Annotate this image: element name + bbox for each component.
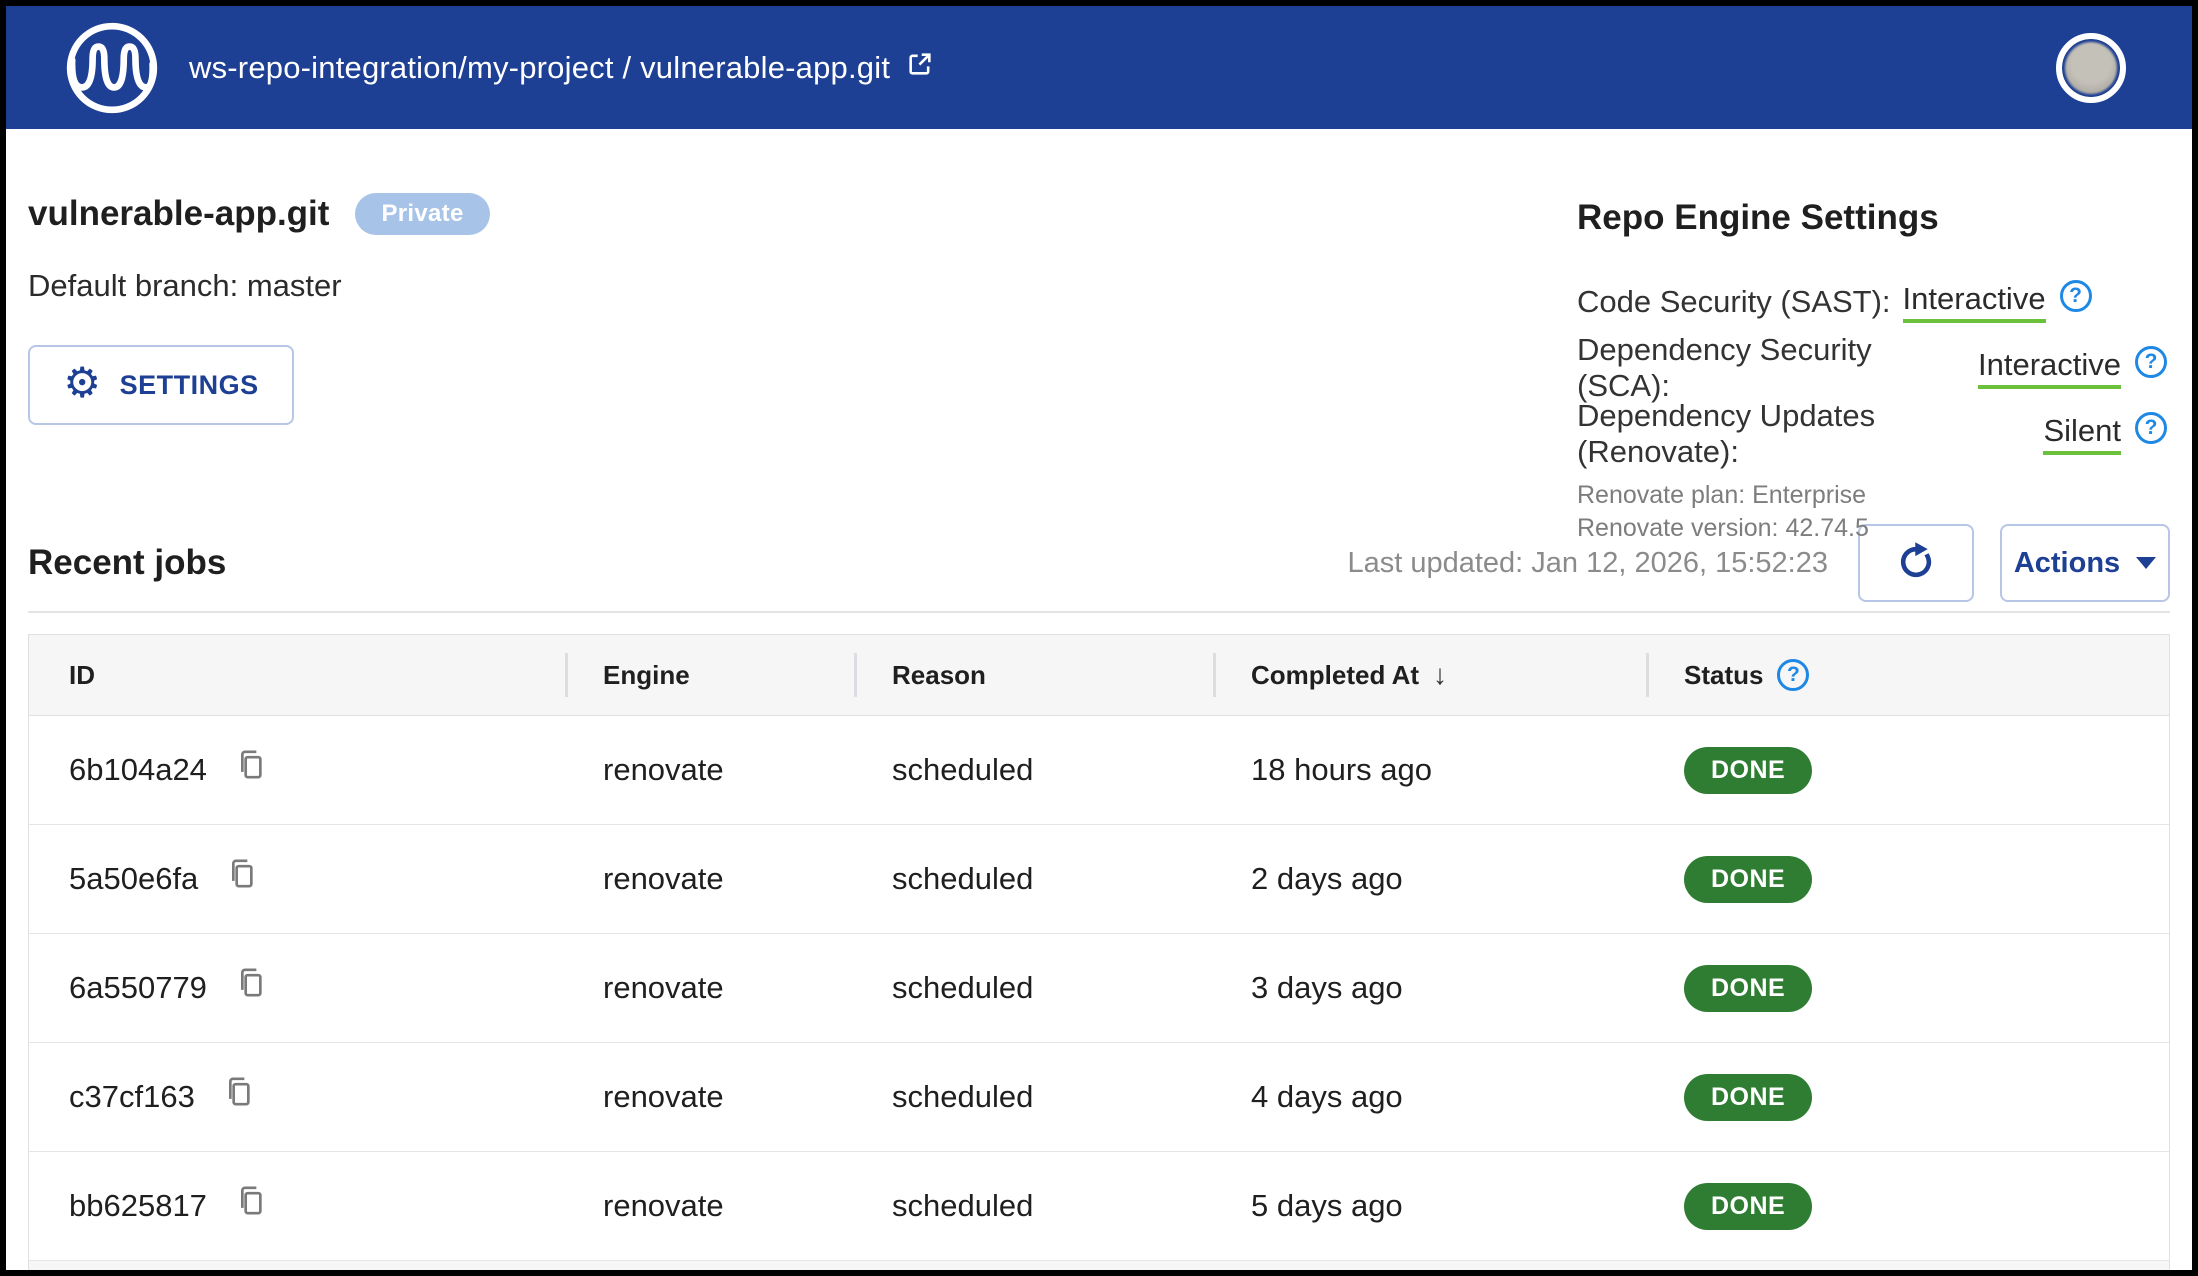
help-icon[interactable]: ? xyxy=(2135,346,2167,378)
repo-engine-settings-panel: Repo Engine Settings Code Security (SAST… xyxy=(1577,195,2167,545)
job-completed-at: 4 days ago xyxy=(1213,1079,1646,1115)
copy-icon[interactable] xyxy=(223,1074,255,1117)
engine-settings-title: Repo Engine Settings xyxy=(1577,195,2167,241)
job-engine: renovate xyxy=(565,1079,854,1115)
renovate-plan-label: Renovate plan: Enterprise xyxy=(1577,479,2167,512)
job-completed-at: 3 days ago xyxy=(1213,970,1646,1006)
repo-name: vulnerable-app.git xyxy=(28,191,329,237)
breadcrumb-text: ws-repo-integration/my-project / vulnera… xyxy=(189,50,890,86)
table-row[interactable]: 6a550779 renovate scheduled 3 days ago D… xyxy=(29,934,2169,1043)
table-row[interactable]: bb625817 renovate scheduled 5 days ago D… xyxy=(29,1152,2169,1261)
status-badge: DONE xyxy=(1684,965,1812,1012)
actions-button-label: Actions xyxy=(2014,547,2120,580)
brand-logo-icon[interactable] xyxy=(63,19,161,117)
external-link-icon[interactable] xyxy=(906,50,934,86)
job-reason: scheduled xyxy=(854,861,1213,897)
table-row[interactable]: 6b104a24 renovate scheduled 18 hours ago… xyxy=(29,716,2169,825)
table-footer-strip xyxy=(29,1261,2169,1276)
status-badge: DONE xyxy=(1684,1074,1812,1121)
copy-icon[interactable] xyxy=(235,747,267,790)
job-completed-at: 18 hours ago xyxy=(1213,752,1646,788)
job-engine: renovate xyxy=(565,752,854,788)
breadcrumb[interactable]: ws-repo-integration/my-project / vulnera… xyxy=(189,50,934,86)
job-id: bb625817 xyxy=(69,1188,207,1224)
column-header-completed-at[interactable]: Completed At ↓ xyxy=(1213,635,1646,715)
job-completed-at: 5 days ago xyxy=(1213,1188,1646,1224)
settings-button-label: SETTINGS xyxy=(120,370,259,401)
column-header-engine: Engine xyxy=(565,635,854,715)
setting-value-link[interactable]: Interactive xyxy=(1978,347,2121,389)
job-reason: scheduled xyxy=(854,752,1213,788)
renovate-version-label: Renovate version: 42.74.5 xyxy=(1577,512,2167,545)
engine-setting-renovate: Dependency Updates (Renovate): Silent ? xyxy=(1577,413,2167,455)
job-engine: renovate xyxy=(565,970,854,1006)
job-completed-at: 2 days ago xyxy=(1213,861,1646,897)
settings-button[interactable]: ⚙ SETTINGS xyxy=(28,345,294,425)
job-engine: renovate xyxy=(565,861,854,897)
setting-value-link[interactable]: Silent xyxy=(2043,413,2121,455)
section-divider xyxy=(28,611,2170,613)
copy-icon[interactable] xyxy=(235,965,267,1008)
status-badge: DONE xyxy=(1684,747,1812,794)
copy-icon[interactable] xyxy=(235,1183,267,1226)
jobs-table: ID Engine Reason Completed At ↓ Status ? xyxy=(28,634,2170,1276)
job-reason: scheduled xyxy=(854,1079,1213,1115)
table-row[interactable]: c37cf163 renovate scheduled 4 days ago D… xyxy=(29,1043,2169,1152)
column-header-id: ID xyxy=(29,635,565,715)
table-row[interactable]: 5a50e6fa renovate scheduled 2 days ago D… xyxy=(29,825,2169,934)
help-icon[interactable]: ? xyxy=(2135,412,2167,444)
last-updated-label: Last updated: Jan 12, 2026, 15:52:23 xyxy=(1347,547,1828,580)
caret-down-icon xyxy=(2136,557,2156,569)
visibility-badge: Private xyxy=(355,193,489,235)
engine-setting-sca: Dependency Security (SCA): Interactive ? xyxy=(1577,347,2167,389)
status-badge: DONE xyxy=(1684,1183,1812,1230)
top-navigation-bar: ws-repo-integration/my-project / vulnera… xyxy=(6,6,2192,129)
job-id: 6b104a24 xyxy=(69,752,207,788)
column-header-reason: Reason xyxy=(854,635,1213,715)
setting-label: Dependency Updates (Renovate): xyxy=(1577,398,2031,470)
user-avatar[interactable] xyxy=(2056,33,2126,103)
main-content: vulnerable-app.git Private Default branc… xyxy=(6,129,2192,1276)
status-badge: DONE xyxy=(1684,856,1812,903)
refresh-icon xyxy=(1894,540,1938,587)
job-reason: scheduled xyxy=(854,1188,1213,1224)
copy-icon[interactable] xyxy=(226,856,258,899)
recent-jobs-title: Recent jobs xyxy=(28,543,226,583)
setting-label: Code Security (SAST): xyxy=(1577,284,1891,320)
jobs-table-header: ID Engine Reason Completed At ↓ Status ? xyxy=(29,635,2169,716)
setting-value-link[interactable]: Interactive xyxy=(1903,281,2046,323)
sort-descending-icon[interactable]: ↓ xyxy=(1433,659,1447,691)
engine-setting-sast: Code Security (SAST): Interactive ? xyxy=(1577,281,2167,323)
gear-icon: ⚙ xyxy=(63,362,101,404)
job-engine: renovate xyxy=(565,1188,854,1224)
setting-label: Dependency Security (SCA): xyxy=(1577,332,1966,404)
job-id: 5a50e6fa xyxy=(69,861,198,897)
job-reason: scheduled xyxy=(854,970,1213,1006)
column-header-status: Status ? xyxy=(1646,635,2169,715)
help-icon[interactable]: ? xyxy=(2060,280,2092,312)
job-id: 6a550779 xyxy=(69,970,207,1006)
help-icon[interactable]: ? xyxy=(1777,659,1809,691)
app-window: ws-repo-integration/my-project / vulnera… xyxy=(0,0,2198,1276)
job-id: c37cf163 xyxy=(69,1079,195,1115)
